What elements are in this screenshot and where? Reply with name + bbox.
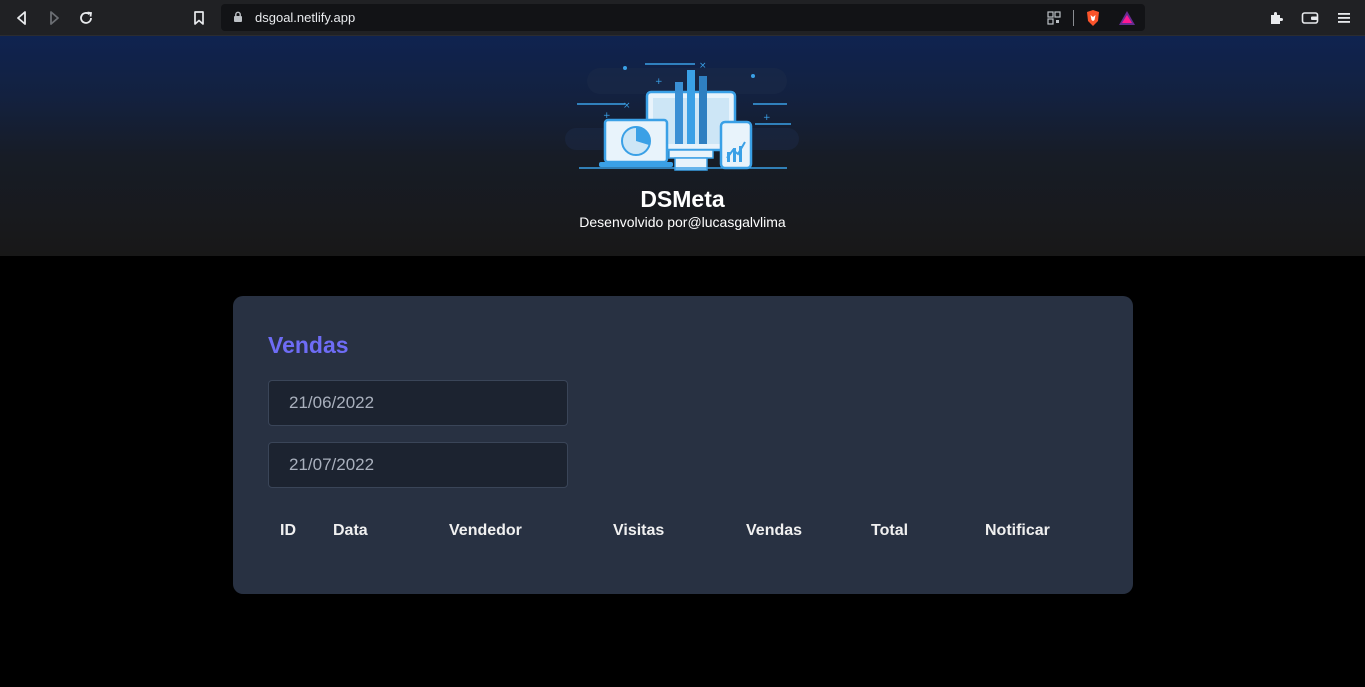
site-title: DSMeta xyxy=(640,186,725,212)
dashboard-illustration-logo: × × + + + xyxy=(565,56,801,172)
column-header-vendas: Vendas xyxy=(746,522,803,539)
column-header-notificar: Notificar xyxy=(985,522,1050,539)
svg-text:+: + xyxy=(763,113,771,123)
reload-icon xyxy=(80,11,93,24)
sales-card: Vendas 21/06/2022 21/07/2022 ID Data Ven… xyxy=(233,296,1133,594)
sales-table-header: ID Data Vendedor Visitas Vendas Total No… xyxy=(233,522,1133,542)
svg-text:×: × xyxy=(623,101,631,111)
forward-button[interactable] xyxy=(43,7,65,29)
wallet-button[interactable] xyxy=(1299,7,1321,29)
address-separator xyxy=(1073,10,1074,26)
url-text[interactable]: dsgoal.netlify.app xyxy=(255,10,355,25)
lock-icon xyxy=(234,11,242,22)
start-date-input[interactable]: 21/06/2022 xyxy=(268,380,568,426)
svg-text:×: × xyxy=(699,61,707,71)
bookmark-button[interactable] xyxy=(188,7,210,29)
column-header-total: Total xyxy=(871,522,909,539)
reload-button[interactable] xyxy=(75,7,97,29)
brave-rewards-icon[interactable] xyxy=(1118,9,1136,27)
column-header-data: Data xyxy=(333,522,368,539)
qr-code-icon[interactable] xyxy=(1045,9,1063,27)
column-header-id: ID xyxy=(280,522,296,539)
brave-shield-icon[interactable] xyxy=(1084,9,1102,27)
menu-button[interactable] xyxy=(1333,7,1355,29)
svg-text:+: + xyxy=(655,77,663,87)
hamburger-menu-icon xyxy=(1338,13,1350,23)
wallet-icon xyxy=(1301,12,1319,24)
forward-arrow-icon xyxy=(50,11,59,25)
browser-toolbar: dsgoal.netlify.app xyxy=(0,0,1365,36)
site-header: × × + + + DSMeta Desenvolvido por@lucasg… xyxy=(0,36,1365,256)
extensions-button[interactable] xyxy=(1265,7,1287,29)
address-bar[interactable]: dsgoal.netlify.app xyxy=(221,4,1145,31)
column-header-vendedor: Vendedor xyxy=(449,522,522,539)
end-date-input[interactable]: 21/07/2022 xyxy=(268,442,568,488)
site-subtitle: Desenvolvido por@lucasgalvlima xyxy=(579,214,786,230)
column-header-visitas: Visitas xyxy=(613,522,665,539)
bookmark-icon xyxy=(194,11,204,25)
sales-card-title: Vendas xyxy=(268,332,349,358)
back-arrow-icon xyxy=(17,11,26,25)
puzzle-icon xyxy=(1271,12,1283,24)
back-button[interactable] xyxy=(11,7,33,29)
